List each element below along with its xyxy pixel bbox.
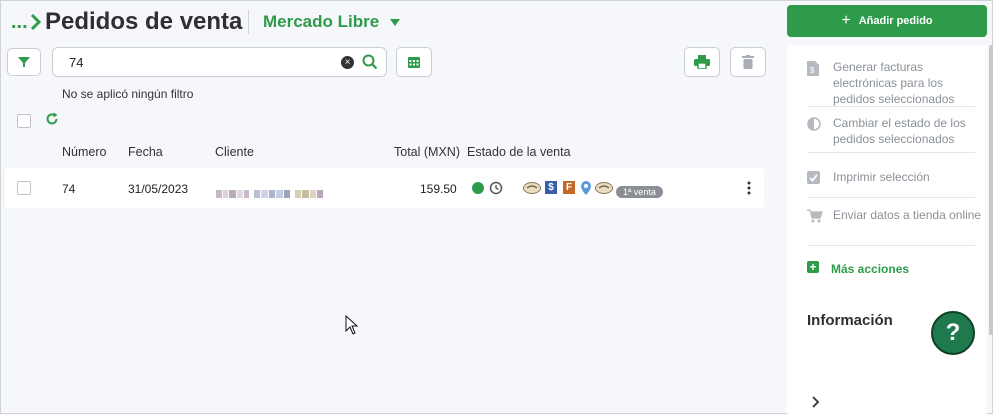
delete-button[interactable] <box>730 47 766 77</box>
printer-icon <box>694 55 710 69</box>
change-status-action[interactable]: Cambiar el estado de los pedidos selecci… <box>807 115 981 149</box>
clock-icon <box>489 181 503 195</box>
search-value: 74 <box>69 55 84 70</box>
filter-icon <box>18 57 30 67</box>
panel-scrollbar[interactable] <box>989 45 993 335</box>
mouse-cursor-icon <box>345 315 359 335</box>
change-status-label: Cambiar el estado de los pedidos selecci… <box>833 116 966 146</box>
channel-label: Mercado Libre <box>263 12 380 31</box>
information-heading: Información <box>807 312 893 329</box>
trash-icon <box>742 55 754 69</box>
row-checkbox[interactable] <box>17 181 31 195</box>
invoice-f-icon: F <box>563 181 575 194</box>
search-button[interactable] <box>362 54 378 75</box>
search-input[interactable]: 74 × <box>52 47 387 77</box>
dollar-icon: $ <box>545 181 557 194</box>
customer-name-redacted <box>216 185 324 203</box>
column-header-estado: Estado de la venta <box>467 145 571 159</box>
order-total: 159.50 <box>420 182 457 196</box>
add-order-label: Añadir pedido <box>858 15 933 27</box>
filter-button[interactable] <box>7 48 41 76</box>
help-button[interactable]: ? <box>931 311 975 355</box>
actions-panel: $ Generar facturas electrónicas para los… <box>787 45 987 415</box>
date-filter-button[interactable] <box>396 47 432 77</box>
chevron-right-icon <box>30 13 42 31</box>
first-sale-badge: 1ª venta <box>616 183 663 201</box>
generate-invoices-label: Generar facturas electrónicas para los p… <box>833 60 955 106</box>
column-header-cliente[interactable]: Cliente <box>215 145 254 159</box>
handshake-icon <box>595 182 613 194</box>
calendar-icon <box>408 57 420 68</box>
refresh-icon[interactable] <box>45 112 59 126</box>
more-actions-link[interactable]: Más acciones <box>831 262 909 276</box>
header-divider <box>248 10 249 34</box>
location-pin-icon <box>581 181 591 195</box>
half-circle-icon <box>807 117 821 131</box>
handshake-icon <box>523 182 541 194</box>
column-header-numero[interactable]: Número <box>62 145 106 159</box>
order-date: 31/05/2023 <box>128 182 189 196</box>
plus-icon: + <box>841 12 851 29</box>
print-selection-action[interactable]: Imprimir selección <box>807 169 981 189</box>
column-header-total[interactable]: Total (MXN) <box>394 145 460 159</box>
print-selection-label: Imprimir selección <box>833 170 930 184</box>
column-header-fecha[interactable]: Fecha <box>128 145 163 159</box>
cart-icon <box>807 209 823 223</box>
page-title: Pedidos de venta <box>45 8 243 35</box>
send-online-store-label: Enviar datos a tienda online <box>833 208 982 222</box>
search-icon <box>362 54 378 70</box>
divider <box>807 197 975 198</box>
status-dot-icon <box>472 182 484 194</box>
order-number[interactable]: 74 <box>62 182 75 196</box>
channel-selector[interactable]: Mercado Libre <box>263 12 400 32</box>
divider <box>807 106 975 107</box>
divider <box>807 245 975 246</box>
divider <box>807 152 975 153</box>
print-button[interactable] <box>684 47 720 77</box>
svg-text:$: $ <box>810 66 815 75</box>
checkbox-icon <box>807 171 820 184</box>
caret-down-icon <box>389 19 400 27</box>
breadcrumb-ellipsis[interactable]: ... <box>11 11 28 34</box>
invoice-icon: $ <box>807 61 819 76</box>
generate-invoices-action[interactable]: $ Generar facturas electrónicas para los… <box>807 59 981 109</box>
add-order-button[interactable]: + Añadir pedido <box>787 5 987 37</box>
chevron-right-icon[interactable] <box>811 395 821 409</box>
select-all-checkbox[interactable] <box>17 114 31 128</box>
plus-square-icon[interactable]: + <box>807 261 819 273</box>
filter-status-text: No se aplicó ningún filtro <box>62 87 194 101</box>
first-sale-badge-label: 1ª venta <box>616 185 663 198</box>
send-online-store-action[interactable]: Enviar datos a tienda online <box>807 207 981 241</box>
clear-search-icon[interactable]: × <box>341 56 354 69</box>
more-vertical-icon[interactable] <box>746 181 752 195</box>
